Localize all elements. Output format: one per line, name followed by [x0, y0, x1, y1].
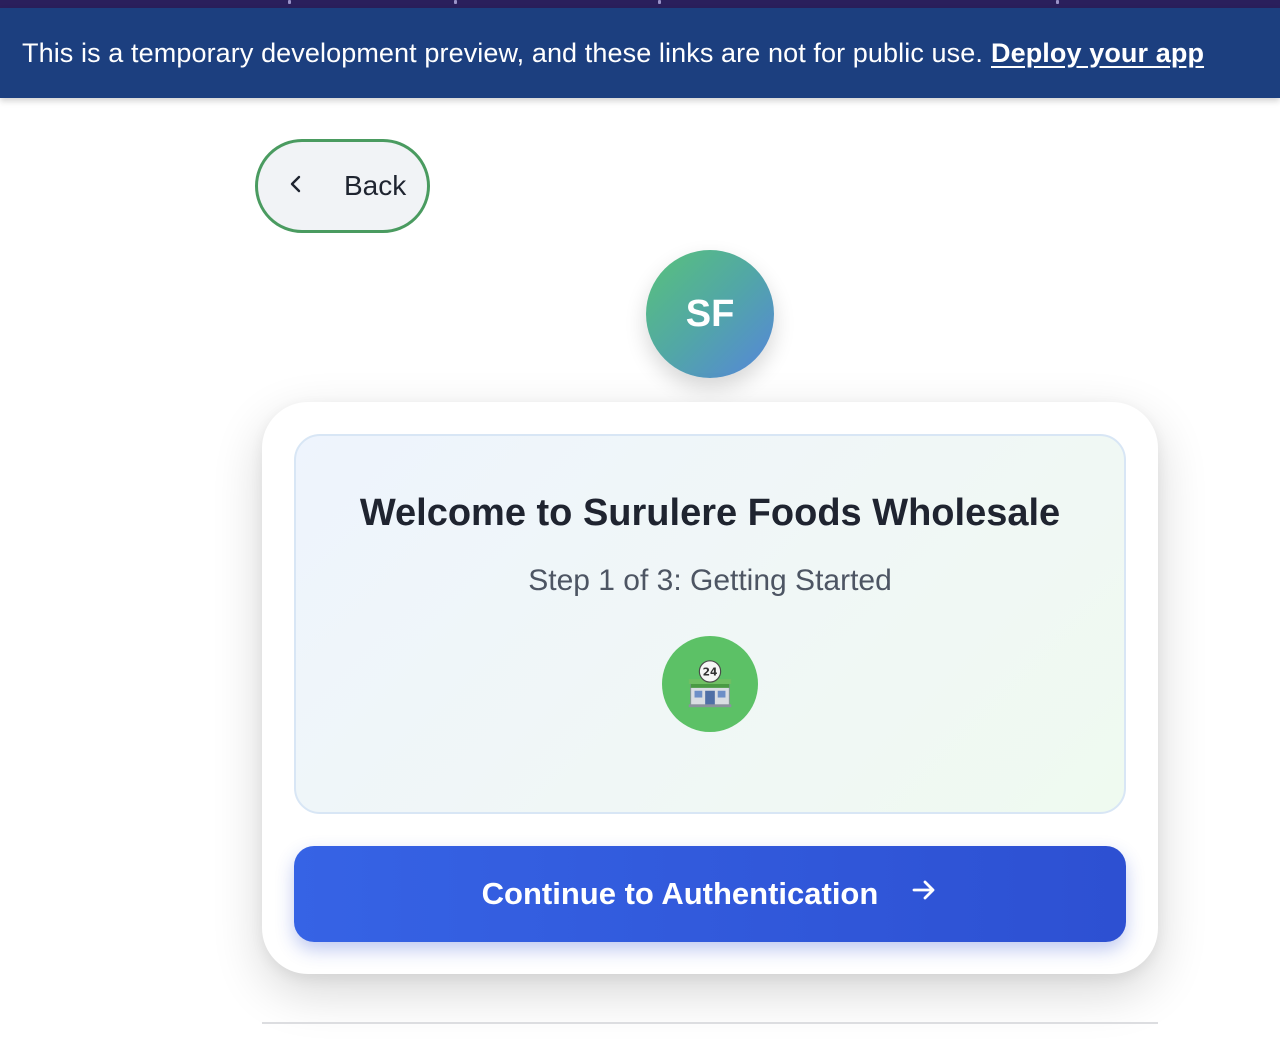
onboarding-card: Welcome to Surulere Foods Wholesale Step… — [262, 402, 1158, 974]
continue-button-label: Continue to Authentication — [481, 876, 879, 911]
strip-dot — [454, 0, 457, 4]
section-divider — [262, 1022, 1158, 1024]
step-indicator: Step 1 of 3: Getting Started — [528, 564, 892, 597]
chevron-left-icon — [286, 174, 306, 199]
strip-dot — [658, 0, 661, 4]
strip-dot — [288, 0, 291, 4]
svg-text:24: 24 — [703, 665, 718, 678]
welcome-title: Welcome to Surulere Foods Wholesale — [359, 492, 1061, 534]
strip-dot — [1056, 0, 1059, 4]
deploy-app-link[interactable]: Deploy your app — [991, 38, 1204, 69]
continue-to-authentication-button[interactable]: Continue to Authentication — [294, 846, 1126, 942]
welcome-panel: Welcome to Surulere Foods Wholesale Step… — [294, 434, 1126, 814]
banner-message: This is a temporary development preview,… — [22, 37, 983, 68]
back-button-label: Back — [344, 170, 407, 201]
convenience-store-icon: 24 — [662, 636, 758, 732]
back-button[interactable]: Back — [255, 139, 430, 233]
arrow-right-icon — [878, 876, 938, 912]
brand-avatar: SF — [646, 250, 774, 378]
browser-top-strip — [0, 0, 1280, 8]
brand-initials: SF — [685, 292, 735, 335]
dev-preview-banner: This is a temporary development preview,… — [0, 8, 1280, 98]
